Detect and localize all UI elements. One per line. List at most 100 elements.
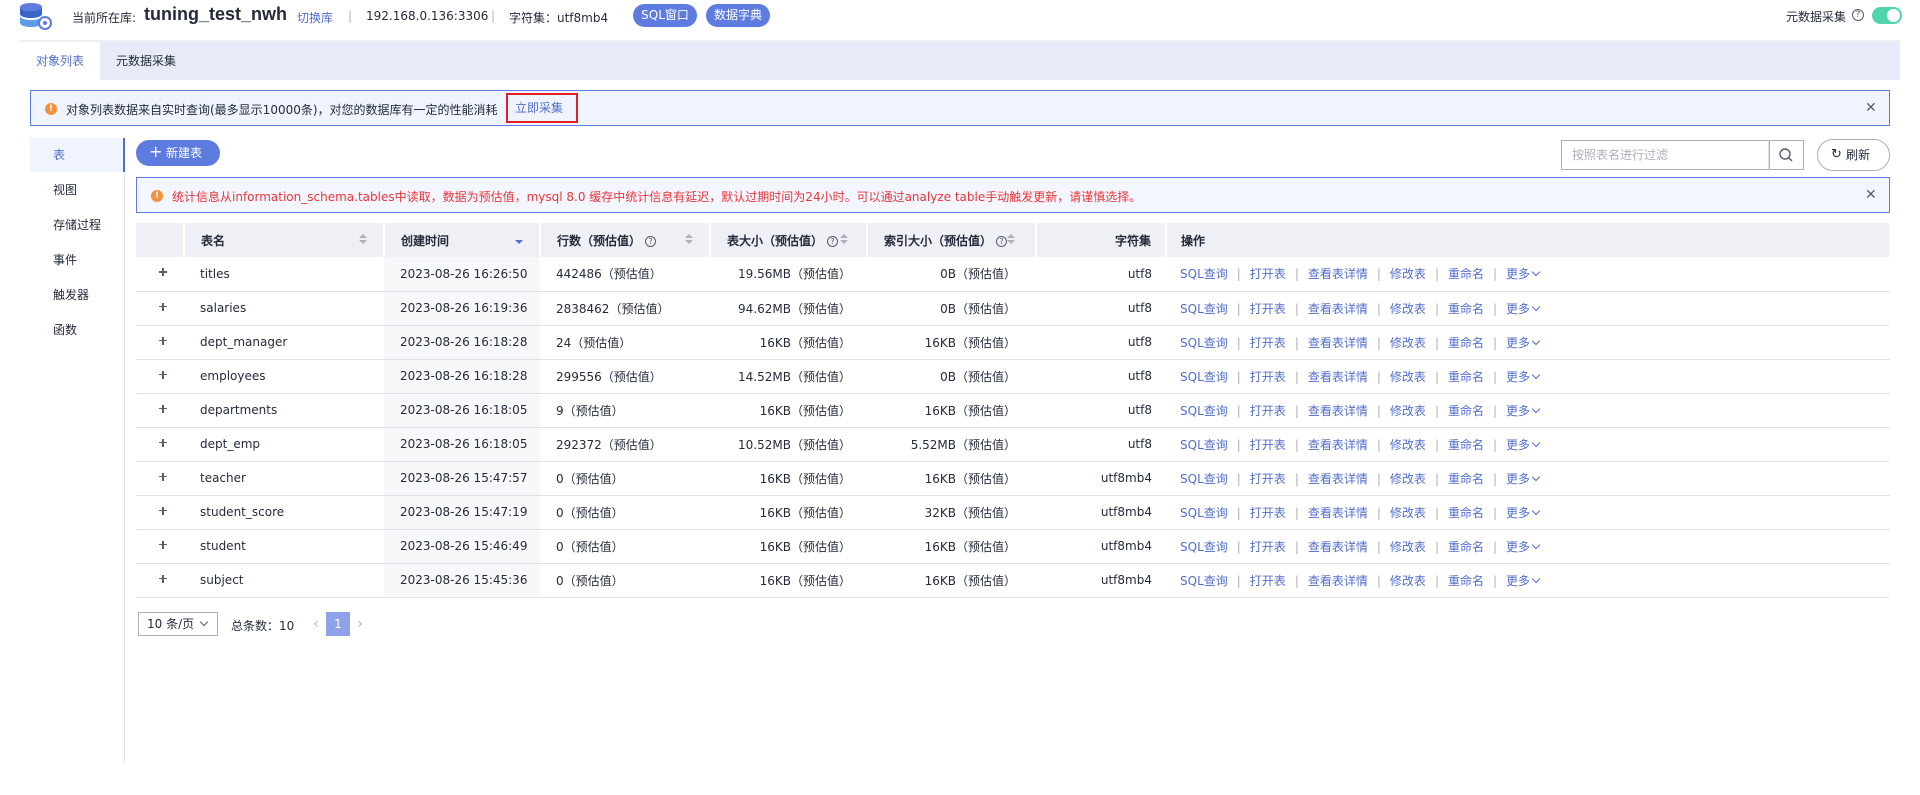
column-header-rows[interactable]: 行数（预估值）? bbox=[540, 223, 711, 257]
more-link[interactable]: 更多 bbox=[1506, 336, 1539, 350]
alter-table-link[interactable]: 修改表 bbox=[1390, 540, 1426, 554]
expand-row-icon[interactable] bbox=[156, 436, 170, 450]
help-icon[interactable]: ? bbox=[645, 235, 657, 247]
more-link[interactable]: 更多 bbox=[1506, 540, 1539, 554]
rename-link[interactable]: 重命名 bbox=[1448, 302, 1484, 316]
meta-collect-toggle[interactable] bbox=[1872, 7, 1902, 24]
sort-icon[interactable] bbox=[685, 234, 693, 246]
nav-item-table[interactable]: 表 bbox=[30, 138, 125, 172]
close-icon[interactable]: ✕ bbox=[1865, 187, 1877, 203]
open-table-link[interactable]: 打开表 bbox=[1250, 540, 1286, 554]
view-details-link[interactable]: 查看表详情 bbox=[1308, 472, 1368, 486]
nav-item-trigger[interactable]: 触发器 bbox=[30, 278, 125, 312]
view-details-link[interactable]: 查看表详情 bbox=[1308, 506, 1368, 520]
view-details-link[interactable]: 查看表详情 bbox=[1308, 540, 1368, 554]
nav-item-function[interactable]: 函数 bbox=[30, 313, 125, 347]
more-link[interactable]: 更多 bbox=[1506, 370, 1539, 384]
expand-row-icon[interactable] bbox=[156, 334, 170, 348]
more-link[interactable]: 更多 bbox=[1506, 302, 1539, 316]
column-header-name[interactable]: 表名 bbox=[184, 223, 385, 257]
table-filter-input[interactable] bbox=[1562, 141, 1768, 169]
sql-query-link[interactable]: SQL查询 bbox=[1180, 574, 1228, 588]
open-table-link[interactable]: 打开表 bbox=[1250, 370, 1286, 384]
alter-table-link[interactable]: 修改表 bbox=[1390, 370, 1426, 384]
more-link[interactable]: 更多 bbox=[1506, 506, 1539, 520]
help-icon[interactable]: ? bbox=[827, 235, 839, 247]
data-dictionary-button[interactable]: 数据字典 bbox=[706, 4, 770, 27]
rename-link[interactable]: 重命名 bbox=[1448, 336, 1484, 350]
rename-link[interactable]: 重命名 bbox=[1448, 574, 1484, 588]
more-link[interactable]: 更多 bbox=[1506, 438, 1539, 452]
alter-table-link[interactable]: 修改表 bbox=[1390, 336, 1426, 350]
expand-row-icon[interactable] bbox=[156, 572, 170, 586]
view-details-link[interactable]: 查看表详情 bbox=[1308, 404, 1368, 418]
nav-item-procedure[interactable]: 存储过程 bbox=[30, 208, 125, 242]
column-header-size[interactable]: 表大小（预估值）? bbox=[710, 223, 868, 257]
nav-item-view[interactable]: 视图 bbox=[30, 173, 125, 207]
sql-query-link[interactable]: SQL查询 bbox=[1180, 438, 1228, 452]
sort-icon[interactable] bbox=[840, 234, 848, 246]
tab-meta-collect[interactable]: 元数据采集 bbox=[116, 42, 176, 80]
alter-table-link[interactable]: 修改表 bbox=[1390, 267, 1426, 281]
sql-query-link[interactable]: SQL查询 bbox=[1180, 370, 1228, 384]
rename-link[interactable]: 重命名 bbox=[1448, 540, 1484, 554]
view-details-link[interactable]: 查看表详情 bbox=[1308, 370, 1368, 384]
sql-query-link[interactable]: SQL查询 bbox=[1180, 472, 1228, 486]
alter-table-link[interactable]: 修改表 bbox=[1390, 574, 1426, 588]
expand-row-icon[interactable] bbox=[156, 470, 170, 484]
sql-query-link[interactable]: SQL查询 bbox=[1180, 267, 1228, 281]
switch-db-link[interactable]: 切换库 bbox=[297, 9, 333, 26]
sql-window-button[interactable]: SQL窗口 bbox=[633, 4, 697, 27]
view-details-link[interactable]: 查看表详情 bbox=[1308, 336, 1368, 350]
sort-icon[interactable] bbox=[515, 234, 523, 246]
close-icon[interactable]: ✕ bbox=[1865, 100, 1877, 116]
rename-link[interactable]: 重命名 bbox=[1448, 404, 1484, 418]
sort-icon[interactable] bbox=[359, 234, 367, 246]
next-page-icon[interactable]: › bbox=[350, 613, 370, 635]
view-details-link[interactable]: 查看表详情 bbox=[1308, 574, 1368, 588]
alter-table-link[interactable]: 修改表 bbox=[1390, 472, 1426, 486]
help-icon[interactable]: ? bbox=[996, 235, 1008, 247]
expand-row-icon[interactable] bbox=[156, 504, 170, 518]
alter-table-link[interactable]: 修改表 bbox=[1390, 302, 1426, 316]
open-table-link[interactable]: 打开表 bbox=[1250, 472, 1286, 486]
new-table-button[interactable]: + 新建表 bbox=[136, 140, 220, 166]
tab-object-list[interactable]: 对象列表 bbox=[20, 42, 100, 80]
page-size-select[interactable]: 10 条/页 bbox=[138, 612, 218, 636]
open-table-link[interactable]: 打开表 bbox=[1250, 267, 1286, 281]
alter-table-link[interactable]: 修改表 bbox=[1390, 404, 1426, 418]
rename-link[interactable]: 重命名 bbox=[1448, 370, 1484, 384]
expand-row-icon[interactable] bbox=[156, 538, 170, 552]
sql-query-link[interactable]: SQL查询 bbox=[1180, 540, 1228, 554]
expand-row-icon[interactable] bbox=[156, 402, 170, 416]
view-details-link[interactable]: 查看表详情 bbox=[1308, 267, 1368, 281]
more-link[interactable]: 更多 bbox=[1506, 267, 1539, 281]
open-table-link[interactable]: 打开表 bbox=[1250, 506, 1286, 520]
page-button-current[interactable]: 1 bbox=[326, 612, 350, 636]
search-icon[interactable] bbox=[1768, 140, 1804, 170]
open-table-link[interactable]: 打开表 bbox=[1250, 336, 1286, 350]
help-icon[interactable]: ? bbox=[1852, 9, 1864, 21]
sql-query-link[interactable]: SQL查询 bbox=[1180, 506, 1228, 520]
nav-item-event[interactable]: 事件 bbox=[30, 243, 125, 277]
expand-row-icon[interactable] bbox=[156, 368, 170, 382]
open-table-link[interactable]: 打开表 bbox=[1250, 574, 1286, 588]
alter-table-link[interactable]: 修改表 bbox=[1390, 438, 1426, 452]
view-details-link[interactable]: 查看表详情 bbox=[1308, 302, 1368, 316]
alter-table-link[interactable]: 修改表 bbox=[1390, 506, 1426, 520]
rename-link[interactable]: 重命名 bbox=[1448, 472, 1484, 486]
view-details-link[interactable]: 查看表详情 bbox=[1308, 438, 1368, 452]
rename-link[interactable]: 重命名 bbox=[1448, 506, 1484, 520]
open-table-link[interactable]: 打开表 bbox=[1250, 302, 1286, 316]
more-link[interactable]: 更多 bbox=[1506, 404, 1539, 418]
expand-row-icon[interactable] bbox=[156, 265, 170, 279]
sort-icon[interactable] bbox=[1007, 234, 1015, 246]
column-header-index-size[interactable]: 索引大小（预估值）? bbox=[867, 223, 1037, 257]
more-link[interactable]: 更多 bbox=[1506, 472, 1539, 486]
column-header-created[interactable]: 创建时间 bbox=[384, 223, 541, 257]
sql-query-link[interactable]: SQL查询 bbox=[1180, 336, 1228, 350]
sql-query-link[interactable]: SQL查询 bbox=[1180, 302, 1228, 316]
rename-link[interactable]: 重命名 bbox=[1448, 438, 1484, 452]
refresh-button[interactable]: ↻ 刷新 bbox=[1817, 139, 1890, 171]
collect-now-link[interactable]: 立即采集 bbox=[506, 93, 578, 123]
